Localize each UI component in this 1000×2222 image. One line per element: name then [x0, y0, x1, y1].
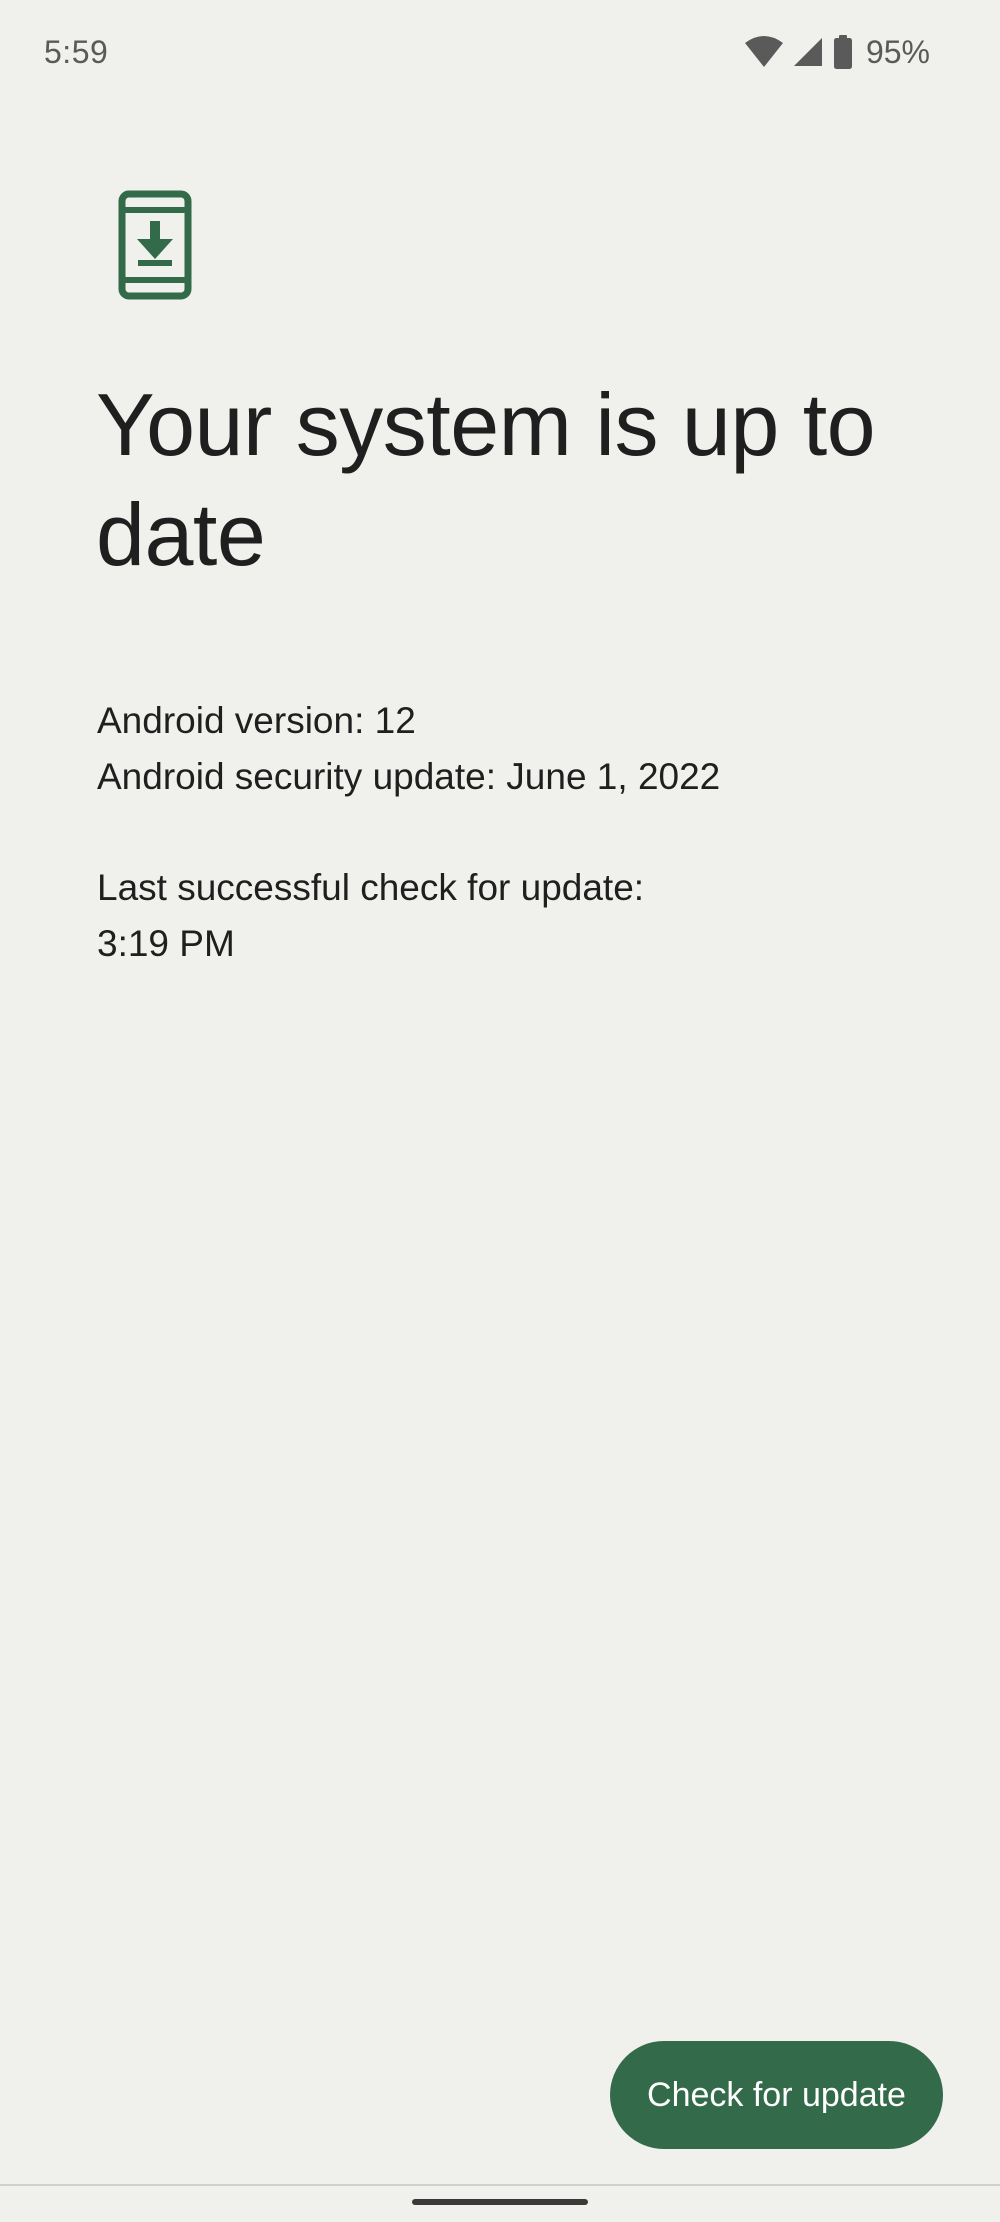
wifi-icon	[744, 35, 784, 69]
status-time: 5:59	[44, 34, 109, 70]
bottom-divider	[0, 2184, 1000, 2186]
battery-icon	[832, 35, 854, 69]
battery-percent: 95%	[865, 33, 930, 70]
status-bar: 5:59 95%	[0, 0, 1000, 110]
cell-signal-icon	[792, 36, 824, 68]
check-for-update-button[interactable]: Check for update	[610, 2041, 943, 2149]
last-check-info: Last successful check for update: 3:19 P…	[97, 860, 917, 972]
security-update-text: Android security update: June 1, 2022	[97, 756, 721, 797]
page-title: Your system is up to date	[96, 375, 876, 584]
last-check-label: Last successful check for update:	[97, 867, 645, 908]
version-info: Android version: 12 Android security upd…	[97, 693, 917, 805]
last-check-time: 3:19 PM	[97, 923, 235, 964]
system-update-icon	[118, 190, 192, 300]
status-icons: 95%	[744, 32, 930, 72]
gesture-nav-handle[interactable]	[412, 2199, 588, 2205]
android-version-text: Android version: 12	[97, 700, 416, 741]
